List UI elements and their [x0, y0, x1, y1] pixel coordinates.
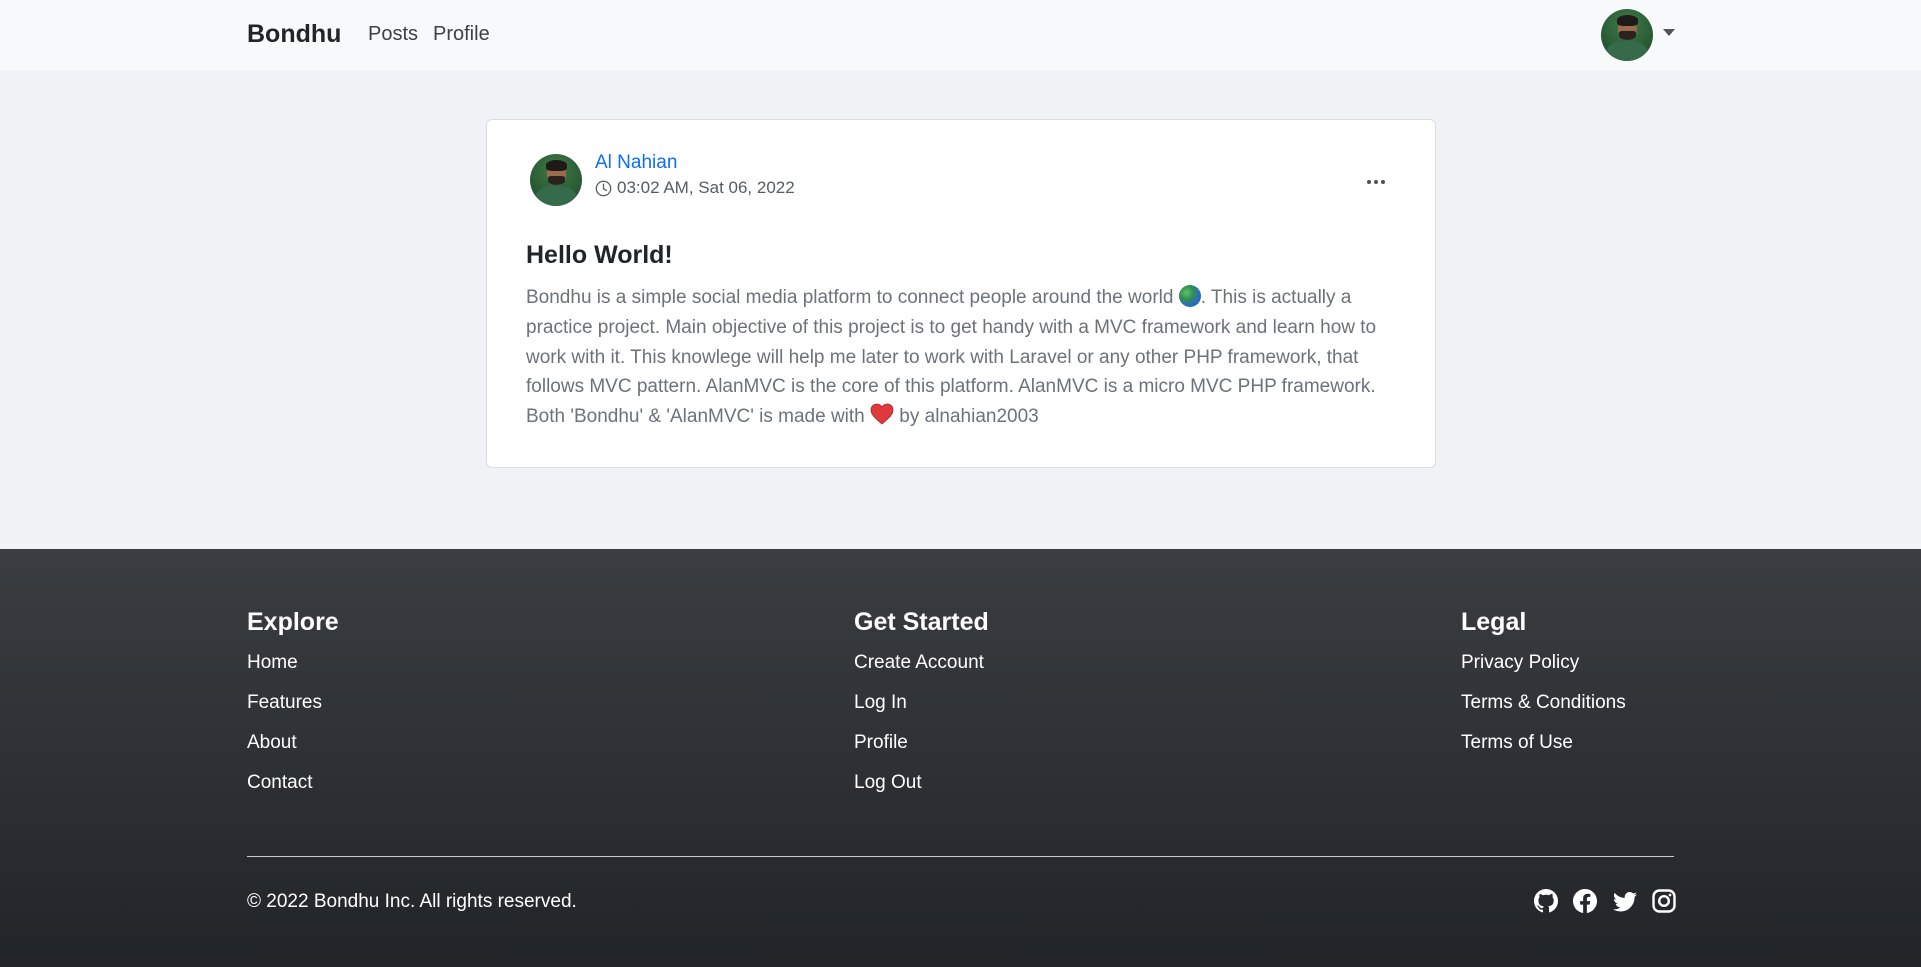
instagram-icon[interactable] — [1652, 889, 1676, 913]
footer-link-log-out[interactable]: Log Out — [854, 772, 922, 794]
post-options-button[interactable] — [1364, 172, 1388, 192]
footer-link-create-account[interactable]: Create Account — [854, 652, 984, 674]
post-body-text-3: by alnahian2003 — [894, 406, 1039, 428]
facebook-icon[interactable] — [1573, 889, 1597, 913]
post-body-text-1: Bondhu is a simple social media platform… — [526, 287, 1179, 308]
footer-heading-explore: Explore — [247, 608, 339, 636]
globe-icon — [1178, 285, 1201, 307]
nav-link-profile[interactable]: Profile — [433, 23, 490, 46]
footer-link-profile[interactable]: Profile — [854, 732, 908, 754]
post-title: Hello World! — [526, 241, 673, 269]
avatar — [1601, 9, 1653, 61]
top-navbar: Bondhu Posts Profile — [0, 0, 1921, 70]
user-menu-toggle[interactable] — [1601, 9, 1676, 61]
twitter-icon[interactable] — [1613, 889, 1637, 913]
footer-link-contact[interactable]: Contact — [247, 772, 312, 794]
nav-link-posts[interactable]: Posts — [368, 23, 418, 46]
footer-link-features[interactable]: Features — [247, 692, 322, 714]
footer-link-terms-conditions[interactable]: Terms & Conditions — [1461, 692, 1626, 714]
post-timestamp: 03:02 AM, Sat 06, 2022 — [617, 178, 795, 197]
author-avatar[interactable] — [530, 154, 582, 206]
footer-link-log-in[interactable]: Log In — [854, 692, 907, 714]
footer-link-about[interactable]: About — [247, 732, 297, 754]
footer-link-terms-of-use[interactable]: Terms of Use — [1461, 732, 1573, 754]
footer-divider — [247, 856, 1674, 857]
post-author-link[interactable]: Al Nahian — [595, 152, 677, 174]
site-footer: Explore Home Features About Contact Get … — [0, 549, 1921, 967]
post-body: Bondhu is a simple social media platform… — [526, 283, 1396, 432]
clock-icon — [595, 180, 612, 196]
footer-link-privacy-policy[interactable]: Privacy Policy — [1461, 652, 1579, 674]
footer-heading-legal: Legal — [1461, 608, 1527, 636]
footer-heading-get-started: Get Started — [854, 608, 989, 636]
caret-down-icon — [1663, 29, 1675, 36]
copyright-text: © 2022 Bondhu Inc. All rights reserved. — [247, 891, 577, 912]
post-card: Al Nahian 03:02 AM, Sat 06, 2022 Hello W… — [486, 119, 1436, 468]
post-timestamp-row: 03:02 AM, Sat 06, 2022 — [595, 178, 795, 198]
github-icon[interactable] — [1534, 889, 1558, 913]
footer-link-home[interactable]: Home — [247, 652, 298, 674]
heart-icon — [870, 403, 894, 425]
brand-logo[interactable]: Bondhu — [247, 20, 341, 49]
